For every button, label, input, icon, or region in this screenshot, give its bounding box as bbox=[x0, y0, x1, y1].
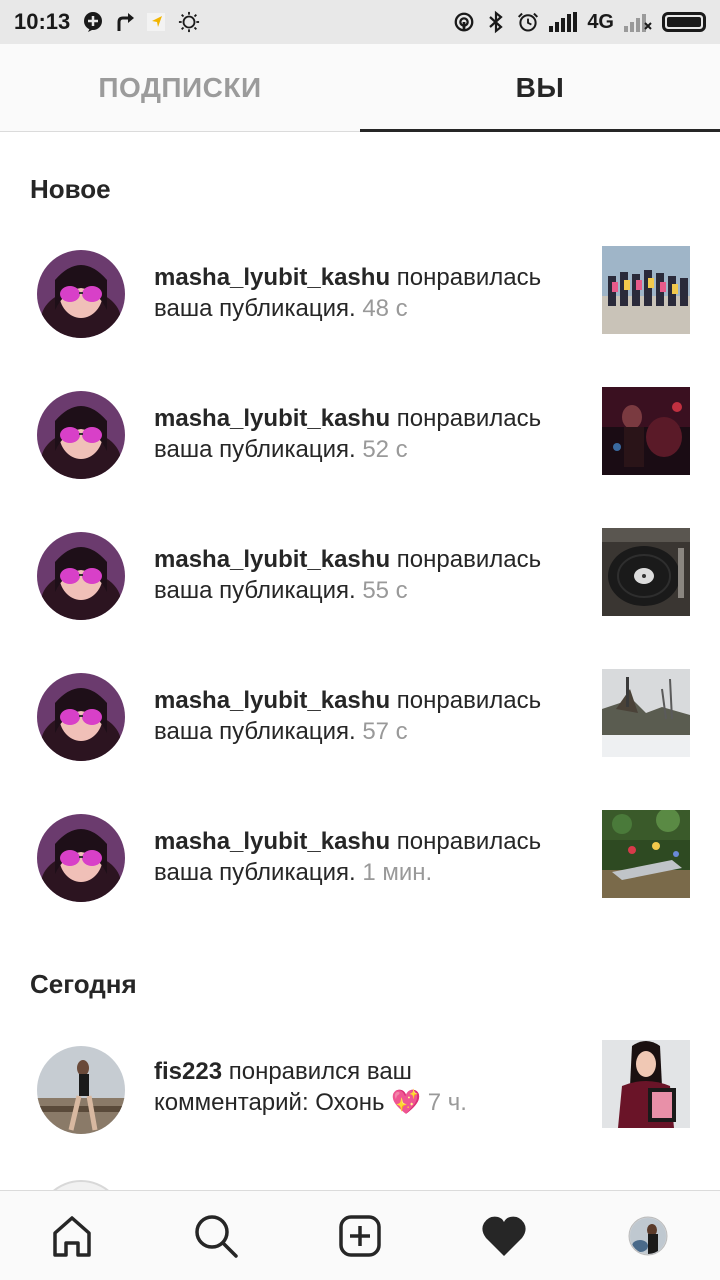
notification-row[interactable]: masha_lyubit_kashu понравилась ваша публ… bbox=[0, 522, 720, 632]
tab-following[interactable]: ПОДПИСКИ bbox=[0, 44, 360, 131]
nav-search-button[interactable] bbox=[180, 1200, 252, 1272]
post-thumbnail[interactable] bbox=[602, 528, 690, 616]
notification-text: masha_lyubit_kashu понравилась ваша публ… bbox=[154, 685, 574, 747]
nav-profile-button[interactable] bbox=[612, 1200, 684, 1272]
notification-row[interactable]: masha_lyubit_kashu понравилась ваша публ… bbox=[0, 240, 720, 350]
status-bar: 10:13 4G bbox=[0, 0, 720, 44]
notification-action-2: ваша публикация. bbox=[154, 436, 356, 463]
notification-time: 1 мин. bbox=[362, 859, 433, 886]
notification-username[interactable]: masha_lyubit_kashu bbox=[154, 828, 390, 855]
signal-icon-2 bbox=[624, 11, 652, 33]
user-avatar[interactable] bbox=[37, 391, 125, 479]
user-avatar[interactable] bbox=[37, 673, 125, 761]
activity-heart-icon bbox=[482, 1216, 526, 1256]
notification-username[interactable]: fis223 bbox=[154, 1058, 222, 1085]
nav-activity-button[interactable] bbox=[468, 1200, 540, 1272]
section-header-new: Новое bbox=[30, 174, 111, 204]
notification-username[interactable]: masha_lyubit_kashu bbox=[154, 264, 390, 291]
notification-username[interactable]: masha_lyubit_kashu bbox=[154, 405, 390, 432]
bottom-nav bbox=[0, 1190, 720, 1280]
notification-action: понравилась bbox=[390, 405, 542, 432]
home-icon bbox=[53, 1215, 91, 1257]
brightness-icon bbox=[178, 11, 200, 33]
user-avatar[interactable] bbox=[37, 532, 125, 620]
route-arrow-icon bbox=[114, 11, 136, 33]
notification-time: 55 с bbox=[362, 577, 408, 604]
notification-action: понравилась bbox=[390, 687, 542, 714]
activity-tabs: ПОДПИСКИ ВЫ bbox=[0, 44, 720, 132]
notification-time: 48 с bbox=[362, 295, 408, 322]
notification-action-2: ваша публикация. bbox=[154, 718, 356, 745]
status-time: 10:13 bbox=[14, 9, 71, 34]
notification-text: masha_lyubit_kashu понравилась ваша публ… bbox=[154, 403, 574, 465]
section-header-today: Сегодня bbox=[30, 969, 137, 999]
notification-action-2: ваша публикация. bbox=[154, 859, 356, 886]
notification-text: masha_lyubit_kashu понравилась ваша публ… bbox=[154, 262, 574, 324]
notification-username[interactable]: masha_lyubit_kashu bbox=[154, 687, 390, 714]
notification-action-2: ваша публикация. bbox=[154, 577, 356, 604]
sparkling-heart-emoji: 💖 bbox=[391, 1089, 422, 1116]
notification-time: 7 ч. bbox=[427, 1089, 467, 1116]
post-thumbnail[interactable] bbox=[602, 246, 690, 334]
post-thumbnail[interactable] bbox=[602, 387, 690, 475]
user-avatar[interactable] bbox=[37, 1046, 125, 1134]
post-thumbnail[interactable] bbox=[602, 1040, 690, 1128]
user-avatar[interactable] bbox=[37, 814, 125, 902]
notification-action: понравилась bbox=[390, 828, 542, 855]
notification-text: fis223 понравился ваш комментарий: Охонь… bbox=[154, 1056, 574, 1118]
alarm-icon bbox=[517, 11, 539, 33]
hotspot-icon bbox=[453, 11, 475, 33]
notification-action-2: ваша публикация. bbox=[154, 295, 356, 322]
post-thumbnail[interactable] bbox=[602, 810, 690, 898]
search-icon bbox=[195, 1214, 238, 1258]
tab-you[interactable]: ВЫ bbox=[360, 44, 720, 132]
chat-bubble-icon bbox=[82, 11, 104, 33]
user-avatar[interactable] bbox=[37, 250, 125, 338]
notification-username[interactable]: masha_lyubit_kashu bbox=[154, 546, 390, 573]
nav-home-button[interactable] bbox=[36, 1200, 108, 1272]
profile-avatar-icon bbox=[628, 1216, 668, 1255]
notification-row[interactable]: masha_lyubit_kashu понравилась ваша публ… bbox=[0, 663, 720, 773]
notification-action: понравился ваш bbox=[222, 1058, 412, 1085]
notification-row[interactable]: masha_lyubit_kashu понравилась ваша публ… bbox=[0, 804, 720, 914]
network-type: 4G bbox=[587, 10, 614, 33]
add-post-icon bbox=[339, 1214, 381, 1257]
location-icon bbox=[146, 11, 168, 33]
notification-row[interactable]: masha_lyubit_kashu понравилась ваша публ… bbox=[0, 381, 720, 491]
notification-action-2: комментарий: Охонь bbox=[154, 1089, 385, 1116]
notification-time: 57 с bbox=[362, 718, 408, 745]
post-thumbnail[interactable] bbox=[602, 669, 690, 757]
notification-text: masha_lyubit_kashu понравилась ваша публ… bbox=[154, 544, 574, 606]
notification-action: понравилась bbox=[390, 546, 542, 573]
signal-icon bbox=[549, 11, 578, 33]
notification-row[interactable]: fis223 понравился ваш комментарий: Охонь… bbox=[0, 1034, 720, 1144]
battery-icon bbox=[662, 12, 706, 32]
bluetooth-icon bbox=[485, 10, 507, 34]
nav-add-post-button[interactable] bbox=[324, 1200, 396, 1272]
notification-action: понравилась bbox=[390, 264, 542, 291]
notification-text: masha_lyubit_kashu понравилась ваша публ… bbox=[154, 826, 574, 888]
notification-time: 52 с bbox=[362, 436, 408, 463]
